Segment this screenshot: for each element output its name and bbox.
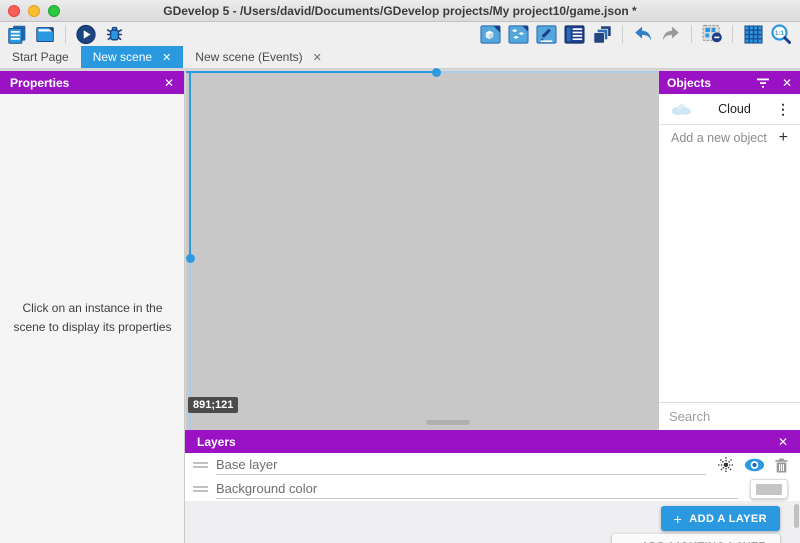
main-area: Properties ✕ Click on an instance in the… (0, 69, 800, 543)
minimize-window-button[interactable] (28, 5, 40, 17)
visibility-eye-icon (744, 458, 765, 472)
layer-row-base-layer (185, 453, 800, 477)
object-groups-icon (508, 24, 529, 45)
toggle-mask-button[interactable] (701, 23, 723, 45)
preview-play-icon (75, 23, 97, 46)
selection-handle-left[interactable] (186, 254, 195, 263)
svg-text:1:1: 1:1 (775, 30, 785, 37)
traffic-lights (8, 5, 60, 17)
cursor-coordinates-label: 891;121 (188, 397, 238, 413)
tab-new-scene[interactable]: New scene ✕ (81, 46, 184, 68)
background-color-swatch[interactable] (750, 479, 788, 499)
tab-label: New scene (93, 50, 152, 64)
plus-icon: + (779, 129, 788, 147)
add-lighting-layer-button[interactable]: + ADD LIGHTING LAYER (612, 534, 780, 543)
color-swatch-preview (756, 484, 782, 495)
properties-pencil-icon (536, 24, 557, 45)
redo-icon (660, 23, 682, 45)
object-menu-kebab-icon[interactable]: ⋮ (776, 101, 790, 118)
tab-label: New scene (Events) (195, 50, 302, 64)
cloud-icon (669, 102, 693, 116)
layer-visibility-button[interactable] (744, 458, 765, 472)
plus-icon: + (625, 539, 634, 543)
properties-empty-message: Click on an instance in the scene to dis… (8, 299, 177, 336)
project-manager-icon (7, 24, 28, 45)
tab-close-icon[interactable]: ✕ (162, 51, 171, 64)
instances-list-button[interactable] (563, 23, 585, 45)
zoom-ratio-icon: 1:1 (770, 23, 792, 45)
add-object-button[interactable]: Add a new object + (659, 125, 800, 150)
tab-new-scene-events[interactable]: New scene (Events) ✕ (183, 46, 334, 68)
layers-editor-button[interactable] (591, 23, 613, 45)
toolbar-divider (732, 25, 733, 43)
tab-start-page[interactable]: Start Page (0, 46, 81, 68)
properties-panel-title: Properties (10, 76, 69, 90)
project-manager-button[interactable] (6, 23, 28, 45)
layer-name-input[interactable] (216, 479, 738, 499)
window-title: GDevelop 5 - /Users/david/Documents/GDev… (0, 4, 800, 18)
selection-edge-left (189, 71, 191, 430)
titlebar: GDevelop 5 - /Users/david/Documents/GDev… (0, 0, 800, 22)
selection-handle-top[interactable] (432, 68, 441, 77)
add-layer-label: ADD A LAYER (689, 513, 767, 525)
toolbar-divider (65, 25, 66, 43)
plus-icon: + (674, 511, 683, 527)
close-window-button[interactable] (8, 5, 20, 17)
close-icon[interactable]: ✕ (778, 435, 788, 449)
effects-icon (718, 457, 734, 473)
objects-search-bar (659, 402, 800, 430)
layers-footer: + ADD A LAYER + ADD LIGHTING LAYER (185, 501, 800, 543)
undo-button[interactable] (632, 23, 654, 45)
layers-scrollbar[interactable] (794, 504, 799, 528)
add-layer-button[interactable]: + ADD A LAYER (661, 506, 780, 531)
filter-icon[interactable] (756, 77, 770, 89)
objects-panel: Objects ✕ Cloud ⋮ Add a new object (658, 71, 800, 430)
debug-icon (104, 24, 125, 45)
start-page-window-button[interactable] (34, 23, 56, 45)
mask-icon (702, 24, 723, 44)
undo-icon (632, 23, 654, 45)
redo-button[interactable] (660, 23, 682, 45)
canvas-horizontal-scrollbar[interactable] (426, 420, 470, 425)
tab-label: Start Page (12, 50, 69, 64)
debug-button[interactable] (103, 23, 125, 45)
layers-panel: Layers ✕ (185, 430, 800, 543)
object-name: Cloud (693, 102, 776, 116)
objects-panel-title: Objects (667, 76, 711, 90)
close-icon[interactable]: ✕ (164, 76, 174, 90)
tab-bar: Start Page New scene ✕ New scene (Events… (0, 46, 800, 69)
toolbar: 1:1 (0, 22, 800, 46)
add-object-label: Add a new object (671, 131, 779, 145)
layer-effects-button[interactable] (718, 457, 734, 473)
object-groups-button[interactable] (507, 23, 529, 45)
trash-icon (775, 458, 788, 473)
selection-edge-top (186, 71, 658, 73)
properties-panel-button[interactable] (535, 23, 557, 45)
grid-icon (744, 25, 763, 44)
toolbar-divider (691, 25, 692, 43)
layer-row-background-color (185, 477, 800, 501)
properties-panel: Properties ✕ Click on an instance in the… (0, 71, 185, 543)
toolbar-divider (622, 25, 623, 43)
tab-close-icon[interactable]: ✕ (313, 51, 322, 64)
objects-search-input[interactable] (669, 409, 800, 424)
close-icon[interactable]: ✕ (782, 76, 792, 90)
preview-button[interactable] (75, 23, 97, 45)
maximize-window-button[interactable] (48, 5, 60, 17)
layer-delete-button[interactable] (775, 458, 788, 473)
window-icon (35, 24, 56, 45)
instances-list-icon (564, 24, 585, 45)
drag-handle-icon[interactable] (193, 460, 208, 470)
layer-name-input[interactable] (216, 455, 706, 475)
zoom-actual-size-button[interactable]: 1:1 (770, 23, 792, 45)
toggle-grid-button[interactable] (742, 23, 764, 45)
objects-editor-button[interactable] (479, 23, 501, 45)
object-list-item-cloud[interactable]: Cloud ⋮ (659, 94, 800, 125)
layers-icon (592, 24, 613, 45)
objects-editor-icon (480, 24, 501, 45)
scene-canvas[interactable]: 891;121 (186, 71, 658, 430)
layers-panel-title: Layers (197, 435, 236, 449)
drag-handle-icon[interactable] (193, 484, 208, 494)
